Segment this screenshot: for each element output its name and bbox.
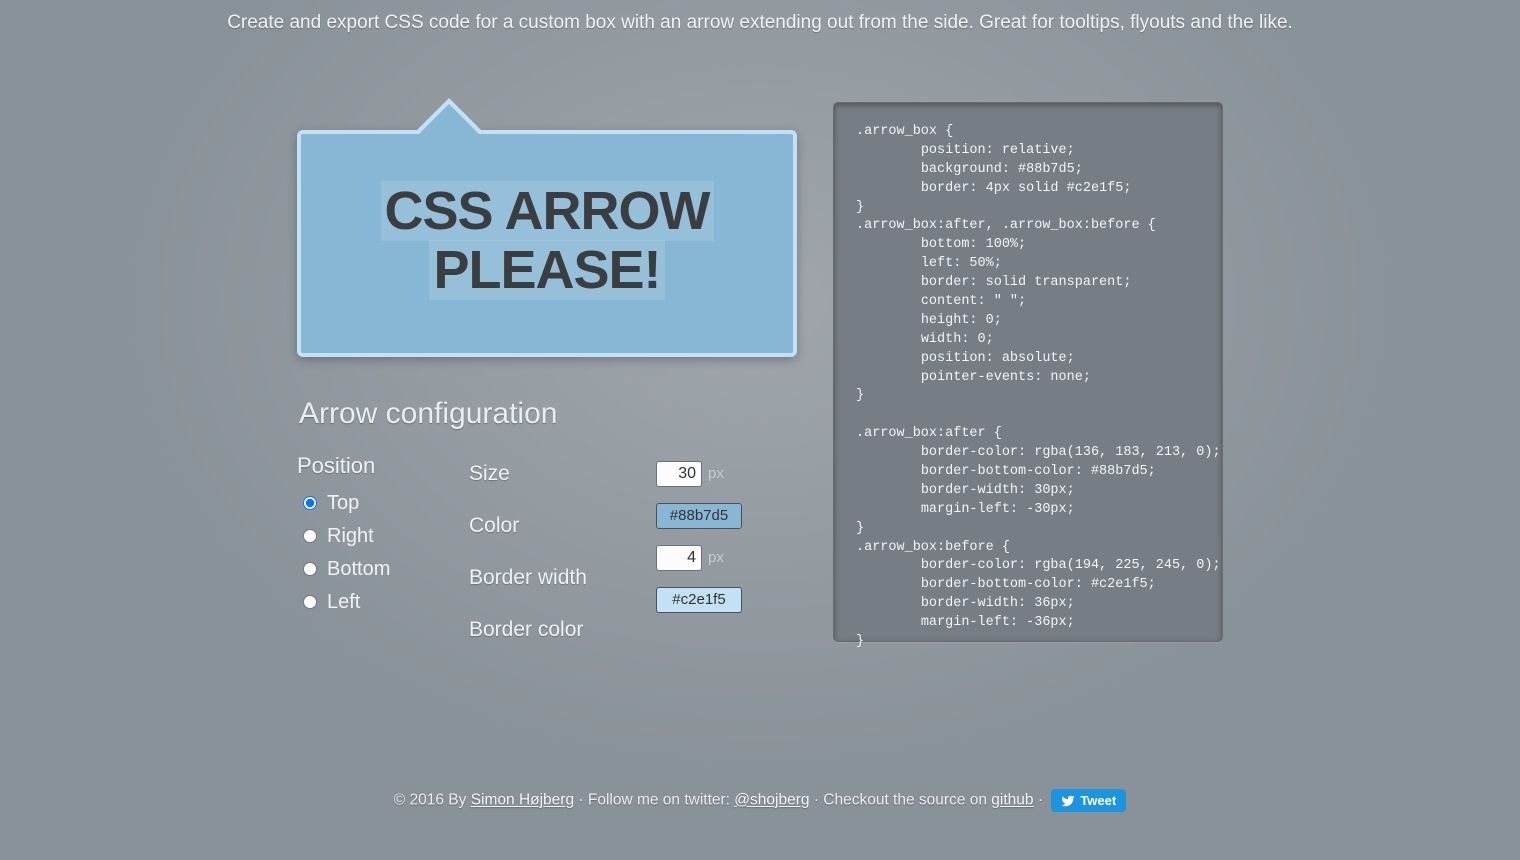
twitter-icon bbox=[1061, 794, 1075, 808]
author-link[interactable]: Simon Højberg bbox=[471, 792, 574, 809]
position-option-top[interactable]: Top bbox=[303, 492, 447, 515]
position-radio-left[interactable] bbox=[303, 595, 317, 609]
color-label: Color bbox=[469, 505, 634, 547]
twitter-link[interactable]: @shojberg bbox=[734, 792, 809, 809]
color-input[interactable] bbox=[656, 503, 742, 529]
border-width-label: Border width bbox=[469, 557, 634, 599]
preview-title: CSS ARROW PLEASE! bbox=[331, 182, 763, 301]
position-option-right[interactable]: Right bbox=[303, 525, 447, 548]
page-tagline: Create and export CSS code for a custom … bbox=[0, 0, 1520, 34]
border-width-input[interactable] bbox=[656, 545, 702, 571]
position-radio-bottom[interactable] bbox=[303, 562, 317, 576]
preview-title-line1: CSS ARROW bbox=[381, 181, 714, 241]
position-label-left: Left bbox=[327, 591, 360, 614]
tweet-label: Tweet bbox=[1080, 793, 1116, 808]
position-radio-top[interactable] bbox=[303, 496, 317, 510]
config-heading: Arrow configuration bbox=[299, 397, 797, 431]
arrow-preview-box: CSS ARROW PLEASE! bbox=[297, 130, 797, 357]
position-label-right: Right bbox=[327, 525, 374, 548]
preview-title-line2: PLEASE! bbox=[429, 240, 664, 300]
position-label: Position bbox=[297, 453, 447, 479]
footer-copyright: © 2016 By bbox=[394, 792, 471, 809]
px-label-2: px bbox=[708, 549, 724, 566]
border-color-label: Border color bbox=[469, 609, 634, 651]
css-output[interactable]: .arrow_box { position: relative; backgro… bbox=[833, 102, 1223, 642]
size-input[interactable] bbox=[656, 461, 702, 487]
footer-source-text: · Checkout the source on bbox=[810, 792, 992, 809]
position-label-bottom: Bottom bbox=[327, 558, 390, 581]
tweet-button[interactable]: Tweet bbox=[1051, 789, 1126, 812]
px-label: px bbox=[708, 465, 724, 482]
border-color-input[interactable] bbox=[656, 587, 742, 613]
github-link[interactable]: github bbox=[991, 792, 1033, 809]
footer-separator: · bbox=[1034, 792, 1048, 809]
footer: © 2016 By Simon Højberg · Follow me on t… bbox=[0, 789, 1520, 812]
position-label-top: Top bbox=[327, 492, 359, 515]
position-option-bottom[interactable]: Bottom bbox=[303, 558, 447, 581]
footer-follow-text: · Follow me on twitter: bbox=[574, 792, 734, 809]
size-label: Size bbox=[469, 453, 634, 495]
position-radio-right[interactable] bbox=[303, 529, 317, 543]
position-option-left[interactable]: Left bbox=[303, 591, 447, 614]
